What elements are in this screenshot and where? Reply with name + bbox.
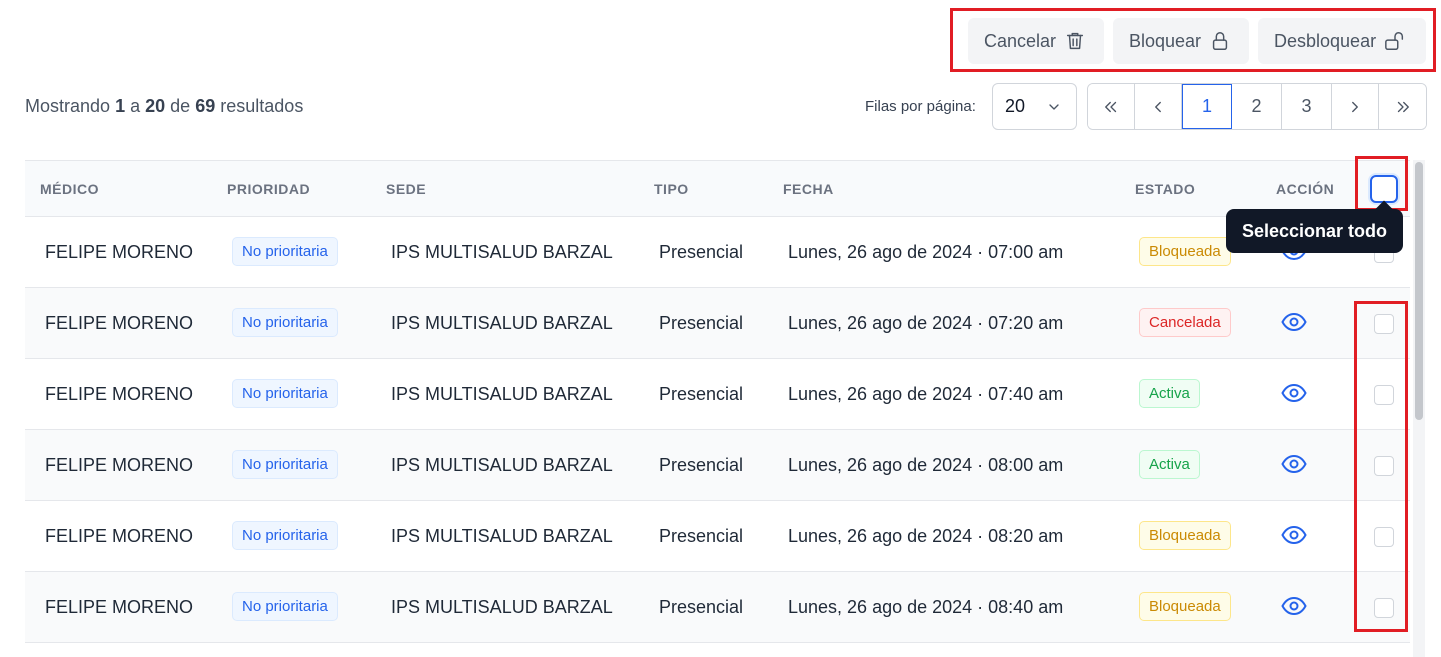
first-page-button[interactable] — [1088, 84, 1135, 129]
header-prioridad: PRIORIDAD — [227, 181, 311, 197]
chevron-left-icon — [1155, 101, 1161, 112]
page-1-button[interactable]: 1 — [1182, 84, 1232, 129]
eye-icon[interactable] — [1281, 525, 1307, 545]
cell-fecha: Lunes, 26 ago de 2024 · 08:00 am — [788, 455, 1064, 475]
block-button[interactable]: Bloquear — [1113, 18, 1249, 64]
eye-icon[interactable] — [1281, 596, 1307, 616]
prev-page-button[interactable] — [1135, 84, 1182, 129]
appointments-table: MÉDICO PRIORIDAD SEDE TIPO FECHA ESTADO … — [25, 160, 1410, 643]
rows-per-page-value: 20 — [1005, 96, 1026, 116]
chevron-right-icon — [1352, 101, 1358, 112]
cell-fecha: Lunes, 26 ago de 2024 · 08:40 am — [788, 597, 1064, 617]
cell-sede: IPS MULTISALUD BARZAL — [391, 384, 613, 404]
chevrons-right-icon — [1397, 101, 1409, 112]
table-header: MÉDICO PRIORIDAD SEDE TIPO FECHA ESTADO … — [25, 160, 1410, 217]
results-total: 69 — [195, 96, 216, 116]
priority-badge: No prioritaria — [232, 592, 338, 621]
unlock-icon — [1385, 32, 1404, 50]
status-badge: Activa — [1139, 379, 1200, 408]
cell-tipo: Presencial — [659, 384, 744, 404]
cell-sede: IPS MULTISALUD BARZAL — [391, 313, 613, 333]
eye-icon[interactable] — [1281, 383, 1307, 403]
eye-icon[interactable] — [1281, 312, 1307, 332]
priority-badge: No prioritaria — [232, 308, 338, 337]
priority-badge: No prioritaria — [232, 237, 338, 266]
cell-medico: FELIPE MORENO — [45, 384, 194, 404]
results-summary: Mostrando 1 a 20 de 69 resultados — [25, 96, 303, 117]
eye-icon[interactable] — [1281, 454, 1307, 474]
pagination: 1 2 3 — [1087, 83, 1427, 130]
chevron-down-icon — [1049, 103, 1059, 110]
header-medico: MÉDICO — [40, 181, 99, 197]
header-tipo: TIPO — [654, 181, 689, 197]
cell-medico: FELIPE MORENO — [45, 597, 194, 617]
results-from: 1 — [115, 96, 126, 116]
cell-medico: FELIPE MORENO — [45, 242, 194, 262]
cell-sede: IPS MULTISALUD BARZAL — [391, 597, 613, 617]
page-2-button[interactable]: 2 — [1232, 84, 1282, 129]
header-estado: ESTADO — [1135, 181, 1196, 197]
scrollbar-thumb[interactable] — [1415, 162, 1423, 420]
status-badge: Cancelada — [1139, 308, 1231, 337]
block-button-label: Bloquear — [1129, 30, 1202, 51]
cell-medico: FELIPE MORENO — [45, 526, 194, 546]
table-row: FELIPE MORENO No prioritaria IPS MULTISALU… — [25, 217, 1410, 288]
status-badge: Bloqueada — [1139, 592, 1231, 621]
vertical-scrollbar[interactable] — [1413, 160, 1425, 657]
unblock-button[interactable]: Desbloquear — [1258, 18, 1426, 64]
cell-medico: FELIPE MORENO — [45, 455, 194, 475]
cell-fecha: Lunes, 26 ago de 2024 · 07:20 am — [788, 313, 1064, 333]
results-a: a — [130, 96, 141, 116]
status-badge: Bloqueada — [1139, 237, 1231, 266]
select-all-tooltip: Seleccionar todo — [1226, 209, 1403, 253]
cell-sede: IPS MULTISALUD BARZAL — [391, 455, 613, 475]
row-checkboxes-highlight-box — [1354, 301, 1408, 632]
status-badge: Bloqueada — [1139, 521, 1231, 550]
cell-sede: IPS MULTISALUD BARZAL — [391, 242, 613, 262]
table-row: FELIPE MORENO No prioritaria IPS MULTISALU… — [25, 501, 1410, 572]
cell-fecha: Lunes, 26 ago de 2024 · 07:00 am — [788, 242, 1064, 262]
results-de: de — [170, 96, 191, 116]
header-accion: ACCIÓN — [1276, 181, 1335, 197]
table-body: FELIPE MORENO No prioritaria IPS MULTISALU… — [25, 217, 1410, 643]
results-to: 20 — [145, 96, 166, 116]
header-sede: SEDE — [386, 181, 427, 197]
unblock-button-label: Desbloquear — [1274, 30, 1377, 51]
cell-tipo: Presencial — [659, 242, 744, 262]
priority-badge: No prioritaria — [232, 521, 338, 550]
cell-tipo: Presencial — [659, 526, 744, 546]
last-page-button[interactable] — [1379, 84, 1426, 129]
table-row: FELIPE MORENO No prioritaria IPS MULTISALU… — [25, 430, 1410, 501]
table-row: FELIPE MORENO No prioritaria IPS MULTISALU… — [25, 288, 1410, 359]
lock-icon — [1212, 32, 1228, 50]
priority-badge: No prioritaria — [232, 379, 338, 408]
cancel-button-label: Cancelar — [984, 30, 1057, 51]
cell-tipo: Presencial — [659, 313, 744, 333]
cell-tipo: Presencial — [659, 455, 744, 475]
results-prefix: Mostrando — [25, 96, 111, 116]
page-3-button[interactable]: 3 — [1282, 84, 1332, 129]
priority-badge: No prioritaria — [232, 450, 338, 479]
status-badge: Activa — [1139, 450, 1200, 479]
next-page-button[interactable] — [1332, 84, 1379, 129]
cell-fecha: Lunes, 26 ago de 2024 · 07:40 am — [788, 384, 1064, 404]
results-suffix: resultados — [220, 96, 304, 116]
cell-sede: IPS MULTISALUD BARZAL — [391, 526, 613, 546]
rows-per-page-select[interactable]: 20 — [992, 83, 1077, 130]
chevrons-left-icon — [1105, 101, 1117, 112]
table-row: FELIPE MORENO No prioritaria IPS MULTISALU… — [25, 359, 1410, 430]
header-fecha: FECHA — [783, 181, 834, 197]
trash-icon — [1066, 32, 1084, 50]
cancel-button[interactable]: Cancelar — [968, 18, 1104, 64]
cell-tipo: Presencial — [659, 597, 744, 617]
cell-fecha: Lunes, 26 ago de 2024 · 08:20 am — [788, 526, 1064, 546]
rows-per-page-label: Filas por página: — [865, 98, 976, 115]
table-row: FELIPE MORENO No prioritaria IPS MULTISALU… — [25, 572, 1410, 643]
cell-medico: FELIPE MORENO — [45, 313, 194, 333]
